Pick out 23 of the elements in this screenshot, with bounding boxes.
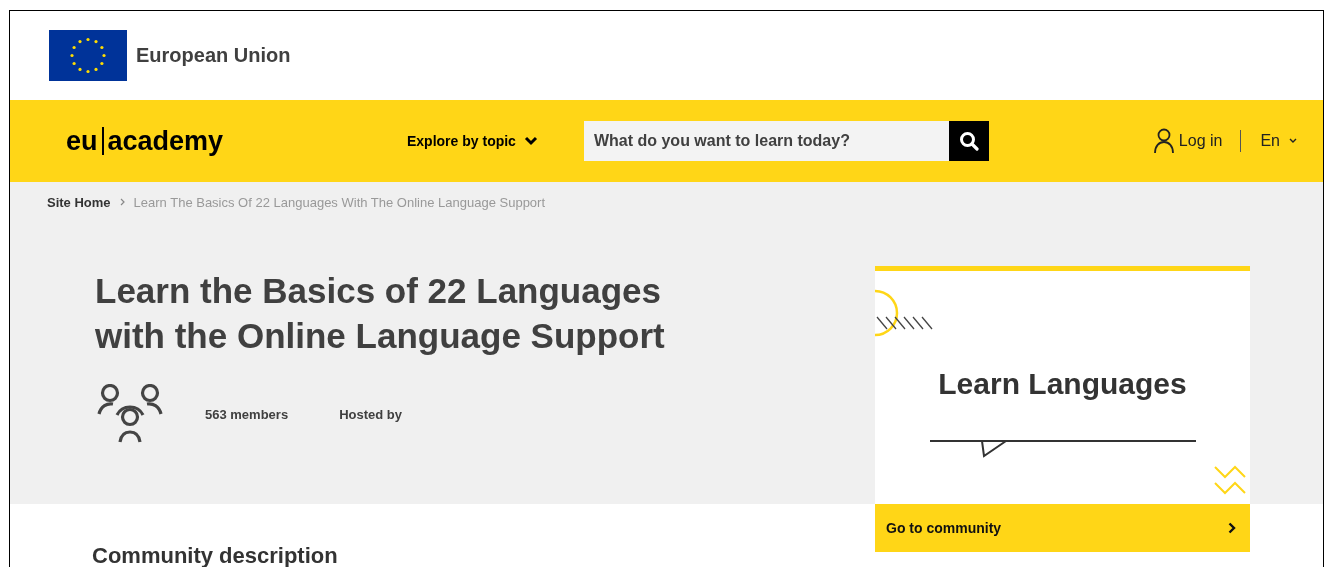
chevron-right-icon xyxy=(1228,522,1236,534)
site-title: European Union xyxy=(136,44,291,67)
breadcrumb-link[interactable]: Site Home xyxy=(47,194,111,210)
go-to-community-button[interactable]: Go to community xyxy=(875,504,1250,552)
page-title: Learn the Basics of 22 Languages with the Online Language Support xyxy=(95,270,666,357)
login-link[interactable]: Log in xyxy=(1152,128,1223,154)
breadcrumb-current: Learn The Basics Of 22 Languages With The Online Language Support xyxy=(133,194,546,210)
language-selector[interactable]: En xyxy=(1260,132,1297,150)
explore-menu-button[interactable]: Explore by topic xyxy=(407,133,538,149)
search-field[interactable]: What do you want to learn today? xyxy=(583,121,949,161)
people-icon xyxy=(97,384,163,444)
user-icon xyxy=(1152,128,1175,154)
flag-logo[interactable] xyxy=(49,30,127,81)
member-count: 563 members xyxy=(205,406,289,422)
chevron-down-icon xyxy=(523,136,538,146)
hosted-by-label: Hosted by xyxy=(339,406,402,422)
banner-title: Learn Languages xyxy=(938,366,1187,401)
search-icon xyxy=(958,131,979,151)
chevron-down-icon xyxy=(1289,138,1297,144)
chevron-right-icon xyxy=(119,198,125,206)
search-button[interactable] xyxy=(948,121,989,161)
section-heading: Community description xyxy=(92,543,339,567)
logo-link[interactable]: eu academy xyxy=(66,125,407,157)
